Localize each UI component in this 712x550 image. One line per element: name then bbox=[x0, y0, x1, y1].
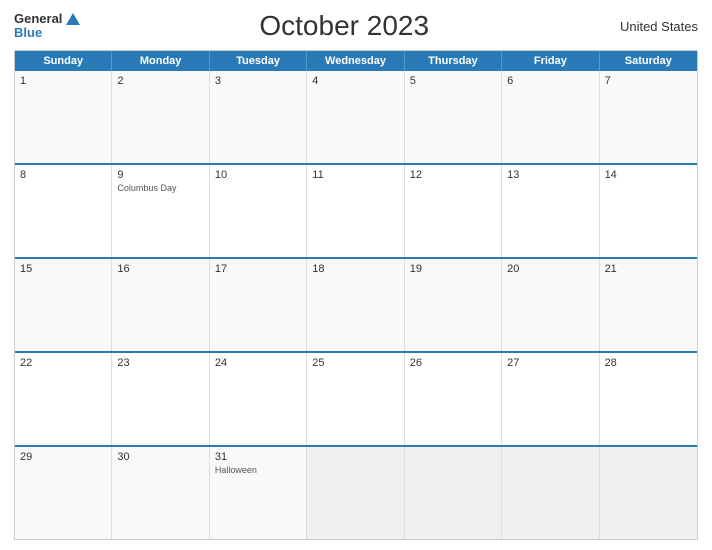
day-oct-27: 27 bbox=[502, 353, 599, 445]
day-oct-11: 11 bbox=[307, 165, 404, 257]
week-5: 29 30 31 Halloween bbox=[15, 445, 697, 539]
header-monday: Monday bbox=[112, 51, 209, 71]
day-oct-17: 17 bbox=[210, 259, 307, 351]
day-oct-9: 9 Columbus Day bbox=[112, 165, 209, 257]
day-oct-5: 5 bbox=[405, 71, 502, 163]
header-friday: Friday bbox=[502, 51, 599, 71]
day-oct-1: 1 bbox=[15, 71, 112, 163]
page-title: October 2023 bbox=[80, 10, 608, 42]
header-sunday: Sunday bbox=[15, 51, 112, 71]
calendar-header: Sunday Monday Tuesday Wednesday Thursday… bbox=[15, 51, 697, 71]
day-oct-16: 16 bbox=[112, 259, 209, 351]
header-tuesday: Tuesday bbox=[210, 51, 307, 71]
day-oct-23: 23 bbox=[112, 353, 209, 445]
day-oct-15: 15 bbox=[15, 259, 112, 351]
day-oct-2: 2 bbox=[112, 71, 209, 163]
calendar-body: 1 2 3 4 5 6 7 8 9 Columbus Day 10 11 12 … bbox=[15, 71, 697, 539]
country-label: United States bbox=[608, 19, 698, 34]
week-3: 15 16 17 18 19 20 21 bbox=[15, 257, 697, 351]
page: General Blue October 2023 United States … bbox=[0, 0, 712, 550]
day-oct-26: 26 bbox=[405, 353, 502, 445]
day-oct-14: 14 bbox=[600, 165, 697, 257]
day-oct-28: 28 bbox=[600, 353, 697, 445]
day-oct-31: 31 Halloween bbox=[210, 447, 307, 539]
logo-triangle-icon bbox=[66, 13, 80, 25]
day-empty-2 bbox=[405, 447, 502, 539]
week-4: 22 23 24 25 26 27 28 bbox=[15, 351, 697, 445]
day-oct-8: 8 bbox=[15, 165, 112, 257]
day-empty-3 bbox=[502, 447, 599, 539]
day-empty-1 bbox=[307, 447, 404, 539]
day-oct-29: 29 bbox=[15, 447, 112, 539]
day-oct-7: 7 bbox=[600, 71, 697, 163]
header-thursday: Thursday bbox=[405, 51, 502, 71]
day-oct-25: 25 bbox=[307, 353, 404, 445]
day-oct-21: 21 bbox=[600, 259, 697, 351]
day-oct-24: 24 bbox=[210, 353, 307, 445]
day-oct-10: 10 bbox=[210, 165, 307, 257]
week-2: 8 9 Columbus Day 10 11 12 13 14 bbox=[15, 163, 697, 257]
calendar: Sunday Monday Tuesday Wednesday Thursday… bbox=[14, 50, 698, 540]
day-oct-6: 6 bbox=[502, 71, 599, 163]
day-oct-18: 18 bbox=[307, 259, 404, 351]
header: General Blue October 2023 United States bbox=[14, 10, 698, 42]
header-wednesday: Wednesday bbox=[307, 51, 404, 71]
day-oct-30: 30 bbox=[112, 447, 209, 539]
week-1: 1 2 3 4 5 6 7 bbox=[15, 71, 697, 163]
day-oct-12: 12 bbox=[405, 165, 502, 257]
day-oct-22: 22 bbox=[15, 353, 112, 445]
day-oct-3: 3 bbox=[210, 71, 307, 163]
day-empty-4 bbox=[600, 447, 697, 539]
header-saturday: Saturday bbox=[600, 51, 697, 71]
logo-blue-text: Blue bbox=[14, 26, 80, 40]
logo: General Blue bbox=[14, 12, 80, 41]
day-oct-20: 20 bbox=[502, 259, 599, 351]
day-oct-4: 4 bbox=[307, 71, 404, 163]
logo-general-text: General bbox=[14, 12, 62, 26]
day-oct-13: 13 bbox=[502, 165, 599, 257]
day-oct-19: 19 bbox=[405, 259, 502, 351]
